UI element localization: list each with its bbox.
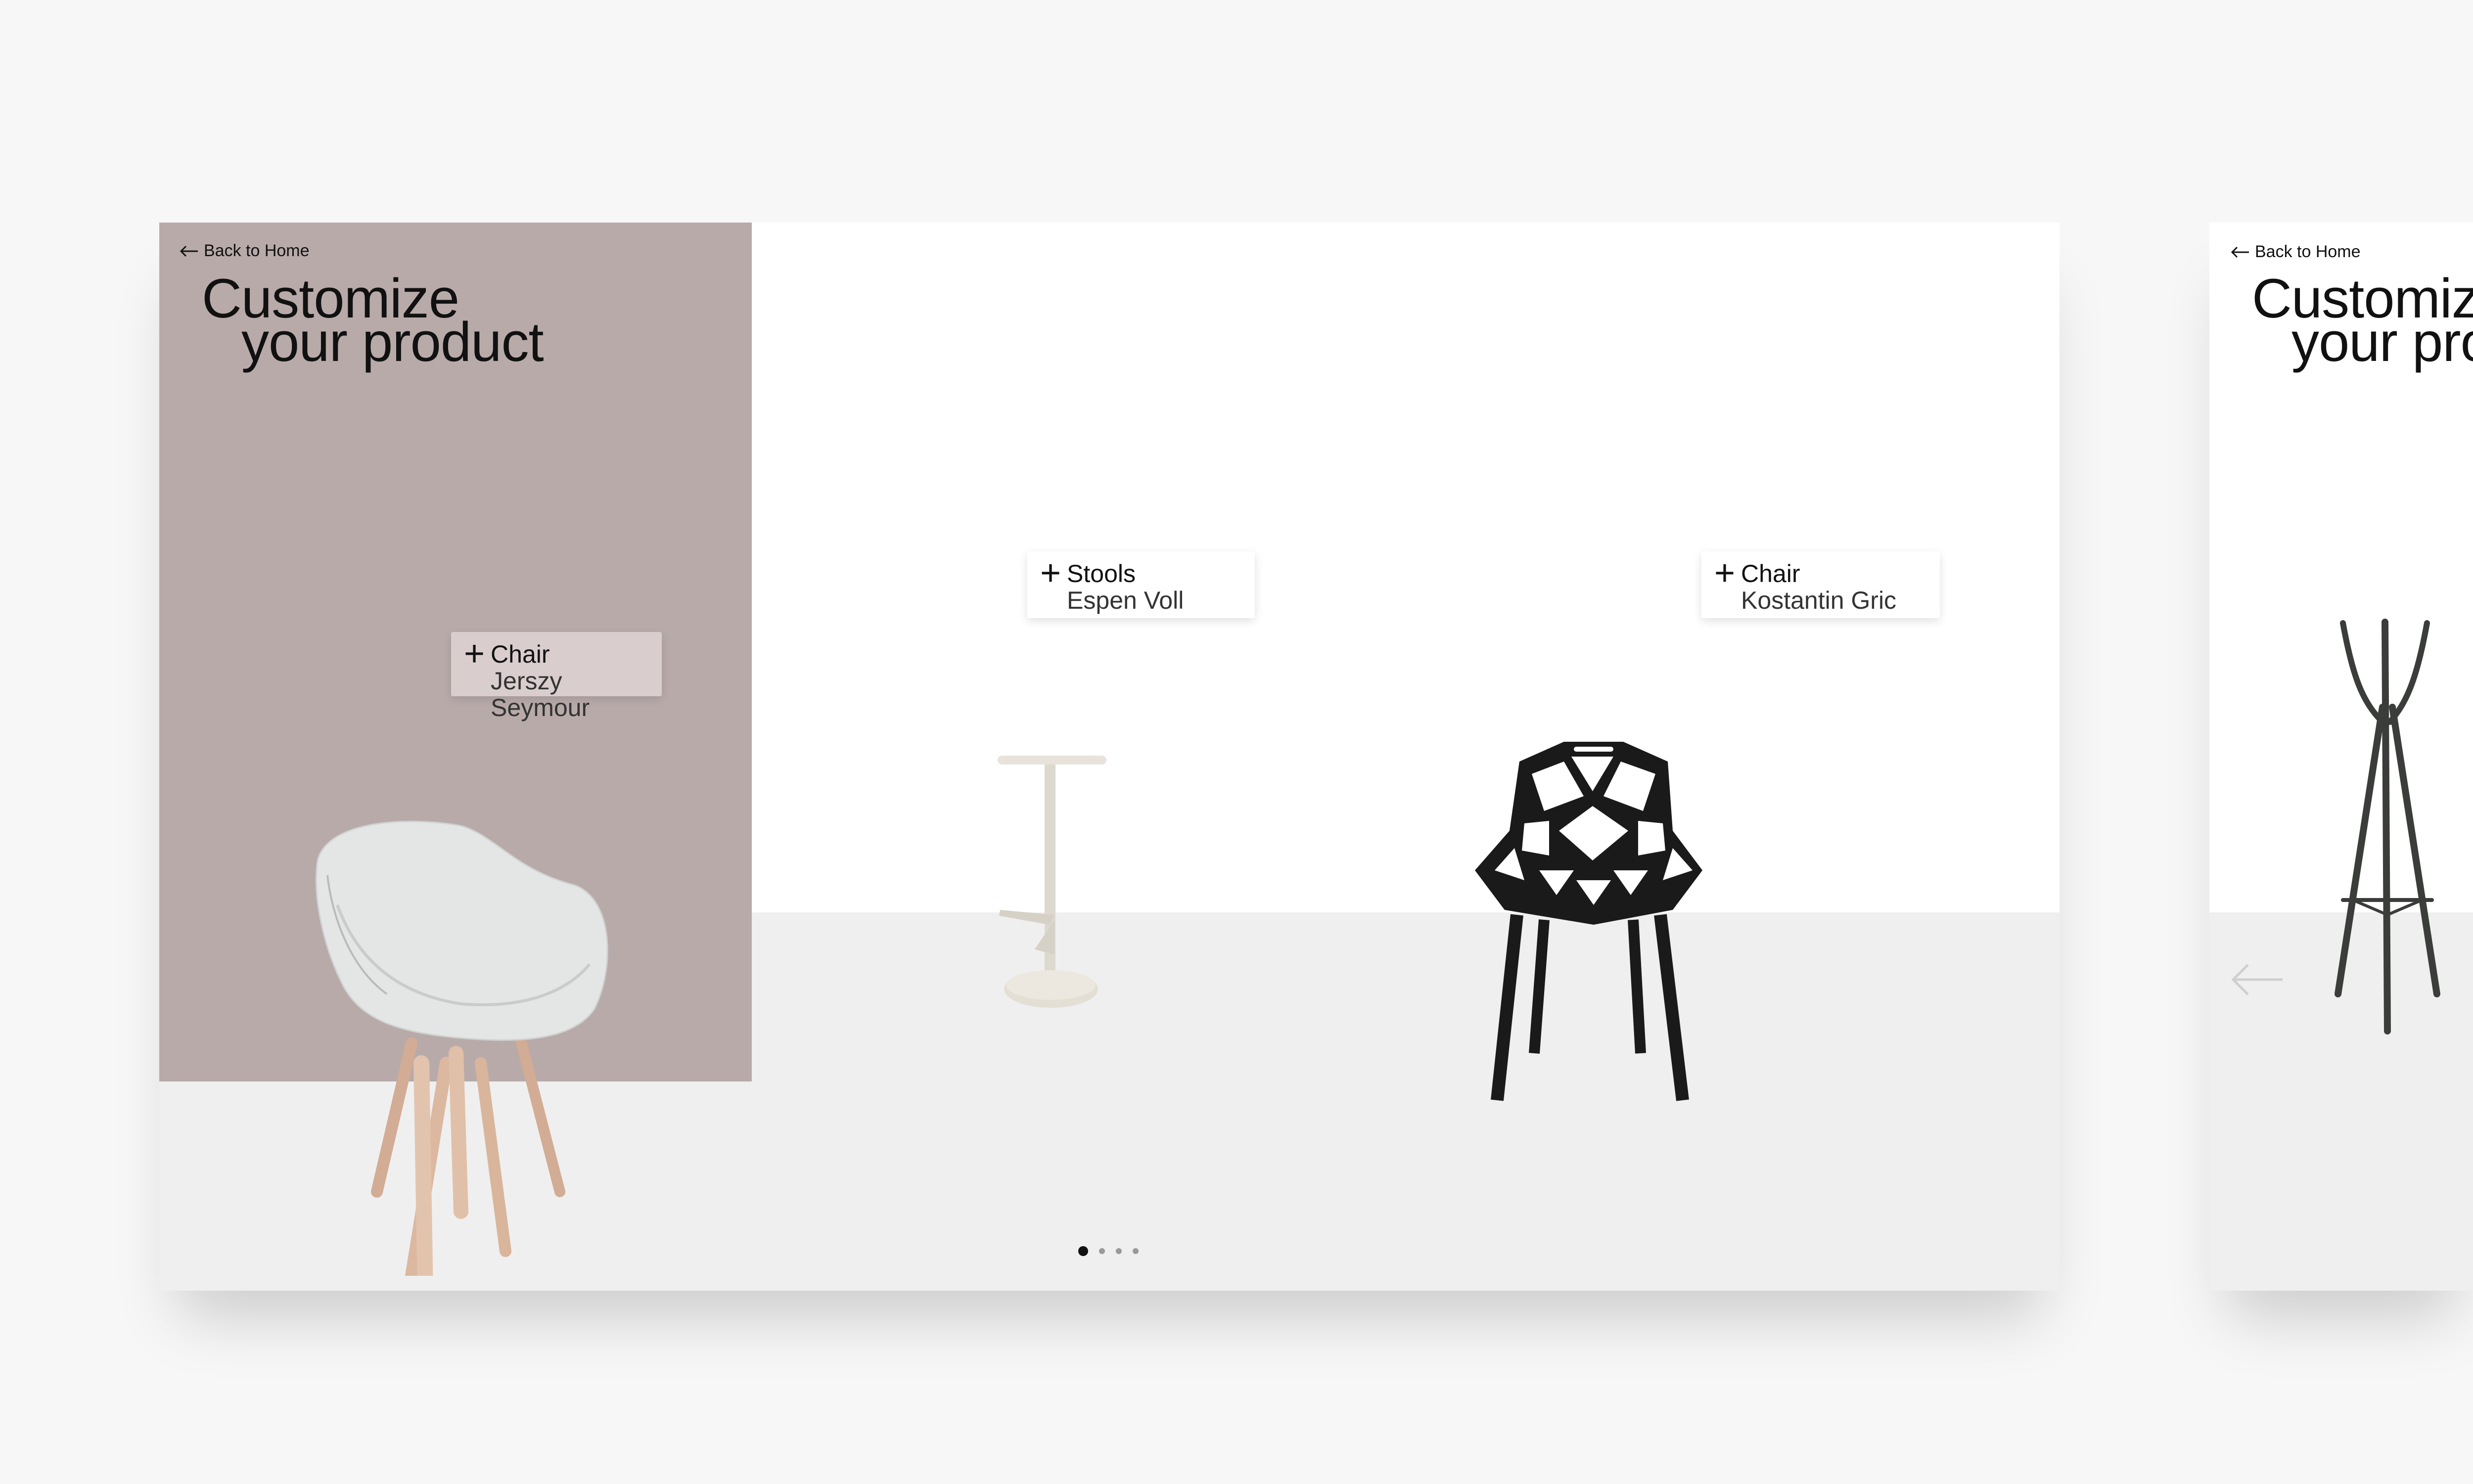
black-chair-image[interactable]: [1465, 732, 1722, 1103]
pagination-dot-4[interactable]: [1133, 1248, 1139, 1254]
page-title: Customiz your pro: [2252, 271, 2473, 370]
product-category: Chair: [491, 640, 550, 668]
white-chair-image[interactable]: [298, 806, 644, 1276]
back-to-home-label: Back to Home: [204, 241, 310, 260]
arrow-left-icon: [180, 245, 198, 257]
plus-icon: +: [1714, 553, 1736, 593]
stool-image[interactable]: [980, 747, 1139, 1024]
title-line-2: your product: [241, 311, 544, 373]
plus-icon: +: [1040, 553, 1061, 593]
next-screen: Back to Home Customiz your pro: [2209, 223, 2473, 1291]
product-designer: Jerszy Seymour: [491, 667, 590, 721]
coat-stand-image[interactable]: [2323, 618, 2472, 1043]
arrow-left-icon: [2231, 246, 2249, 258]
product-designer: Espen Voll: [1067, 586, 1184, 614]
back-to-home-link[interactable]: Back to Home: [2230, 242, 2361, 262]
product-tag-chair-gric[interactable]: + Chair Kostantin Gric: [1701, 551, 1940, 618]
back-to-home-link[interactable]: Back to Home: [179, 241, 310, 261]
pagination-dot-3[interactable]: [1116, 1248, 1122, 1254]
product-tag-stools-voll[interactable]: + Stools Espen Voll: [1027, 551, 1255, 618]
pagination-dots: [1078, 1246, 1149, 1256]
plus-icon: +: [464, 634, 485, 674]
main-screen: Back to Home Customize your product + Ch…: [159, 223, 2060, 1291]
pagination-dot-1[interactable]: [1078, 1246, 1088, 1256]
back-to-home-label: Back to Home: [2255, 242, 2361, 261]
page-title: Customize your product: [202, 271, 544, 373]
product-category: Chair: [1741, 560, 1800, 587]
product-category: Stools: [1067, 560, 1136, 587]
product-tag-chair-seymour[interactable]: + Chair Jerszy Seymour: [451, 632, 662, 721]
pagination-dot-2[interactable]: [1099, 1248, 1105, 1254]
product-designer: Kostantin Gric: [1741, 586, 1897, 614]
arrow-left-icon[interactable]: [2230, 962, 2285, 997]
